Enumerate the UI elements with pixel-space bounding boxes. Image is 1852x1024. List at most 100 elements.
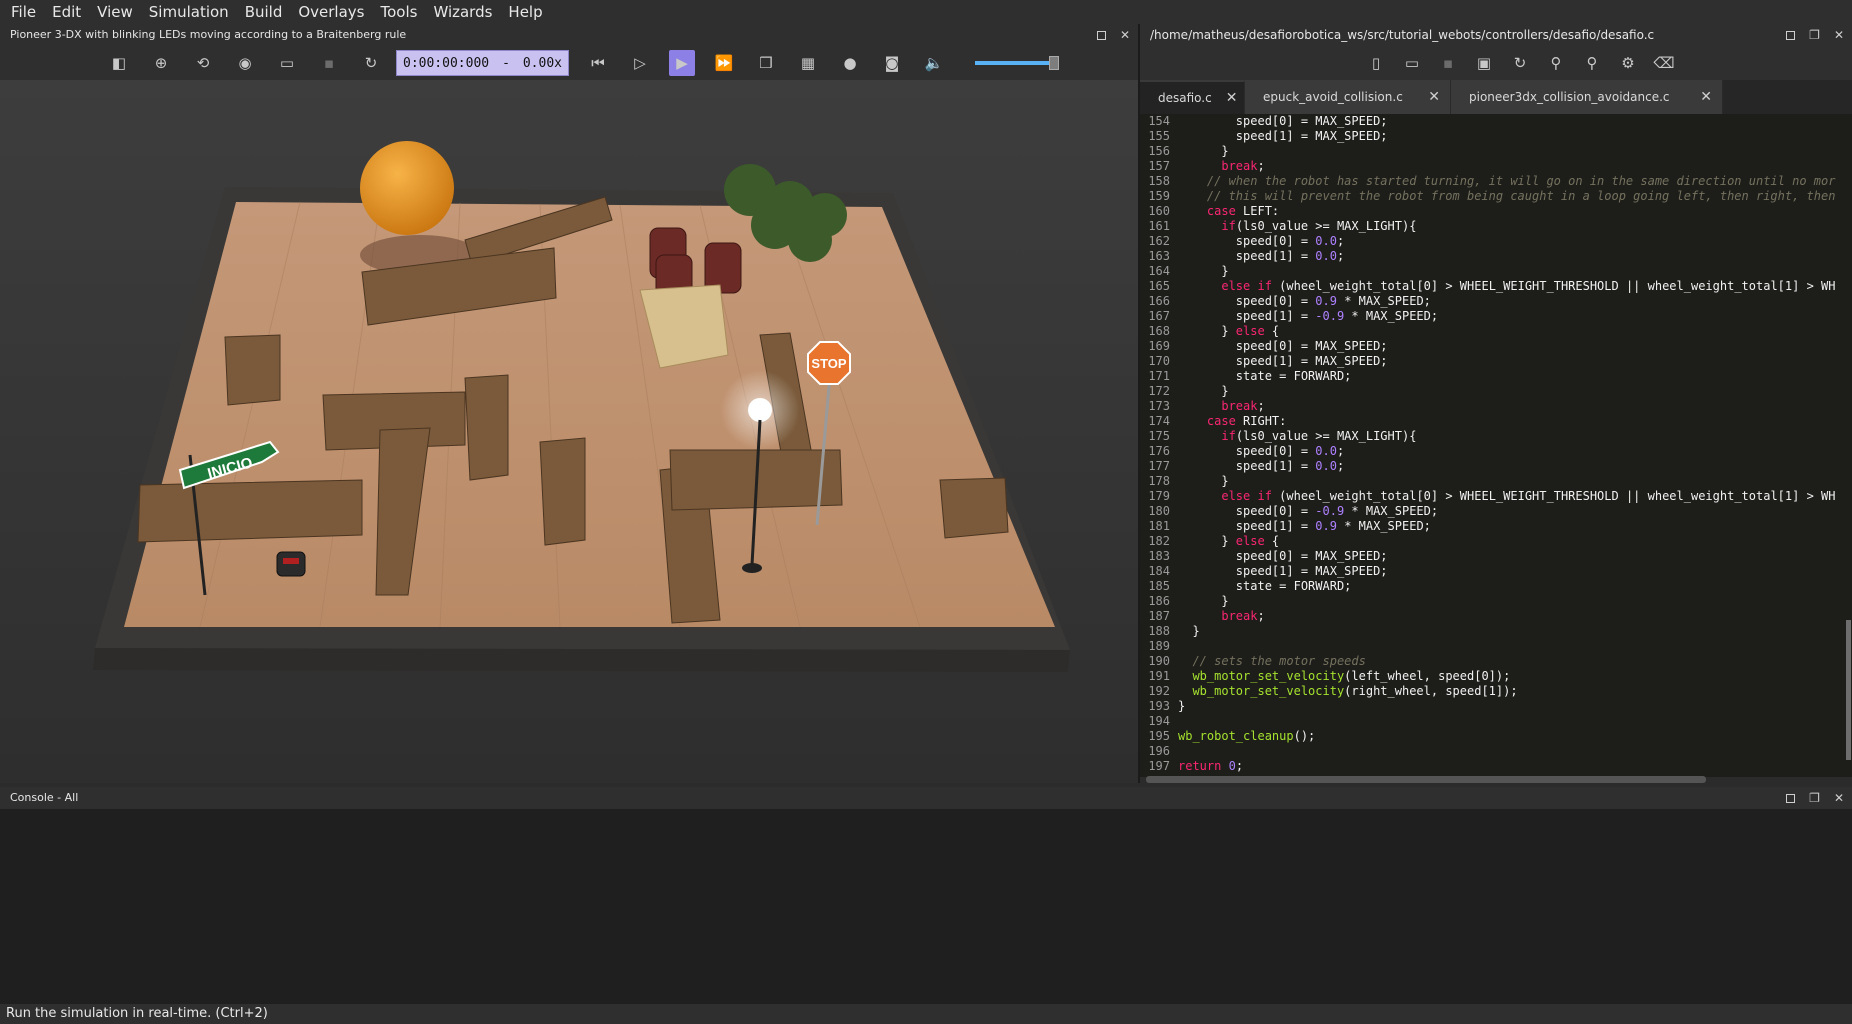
restore-icon[interactable]: ❐ [1809,787,1820,809]
volume-knob[interactable] [1049,56,1059,70]
code-line[interactable]: 164 } [1140,264,1852,279]
code-line[interactable]: 154 speed[0] = MAX_SPEED; [1140,114,1852,129]
code-line[interactable]: 155 speed[1] = MAX_SPEED; [1140,129,1852,144]
horizontal-scrollbar[interactable] [1146,776,1706,783]
build-settings-icon[interactable]: ⚙ [1615,50,1641,76]
open-world-icon[interactable]: ▭ [274,50,300,76]
restore-icon[interactable]: ❐ [1809,24,1820,46]
code-line[interactable]: 157 break; [1140,159,1852,174]
code-line[interactable]: 187 break; [1140,609,1852,624]
close-tab-icon[interactable]: ✕ [1428,89,1440,105]
code-line[interactable]: 171 state = FORWARD; [1140,369,1852,384]
revert-icon[interactable]: ↻ [1507,50,1533,76]
record-icon[interactable]: ● [837,50,863,76]
reload-world-icon[interactable]: ↻ [358,50,384,76]
clean-icon[interactable]: ⌫ [1651,50,1677,76]
reset-simulation-icon[interactable]: ⏮ [585,50,611,76]
code-line[interactable]: 162 speed[0] = 0.0; [1140,234,1852,249]
code-line[interactable]: 176 speed[0] = 0.0; [1140,444,1852,459]
open-file-icon[interactable]: ▭ [1399,50,1425,76]
menu-simulation[interactable]: Simulation [142,3,238,21]
line-number: 182 [1148,534,1170,548]
menu-build[interactable]: Build [238,3,292,21]
menu-overlays[interactable]: Overlays [291,3,373,21]
tab-desafio[interactable]: desafio.c ✕ [1140,80,1245,114]
code-line[interactable]: 181 speed[1] = 0.9 * MAX_SPEED; [1140,519,1852,534]
movie-icon[interactable]: ▦ [795,50,821,76]
float-icon[interactable] [1786,30,1796,40]
code-line[interactable]: 158 // when the robot has started turnin… [1140,174,1852,189]
screenshot-icon[interactable]: ◙ [879,50,905,76]
reset-viewpoint-icon[interactable]: ⟲ [190,50,216,76]
code-line[interactable]: 166 speed[0] = 0.9 * MAX_SPEED; [1140,294,1852,309]
code-line[interactable]: 169 speed[0] = MAX_SPEED; [1140,339,1852,354]
eye-icon[interactable]: ◉ [232,50,258,76]
code-line[interactable]: 159 // this will prevent the robot from … [1140,189,1852,204]
code-line[interactable]: 160 case LEFT: [1140,204,1852,219]
float-icon[interactable] [1096,30,1106,40]
close-icon[interactable]: ✕ [1120,24,1130,46]
menu-file[interactable]: File [4,3,45,21]
sound-icon[interactable]: 🔈 [921,50,947,76]
code-line[interactable]: 175 if(ls0_value >= MAX_LIGHT){ [1140,429,1852,444]
save-world-icon[interactable]: ▪ [316,50,342,76]
3d-viewport[interactable]: STOP INICIO [0,80,1138,783]
code-line[interactable]: 161 if(ls0_value >= MAX_LIGHT){ [1140,219,1852,234]
code-line[interactable]: 180 speed[0] = -0.9 * MAX_SPEED; [1140,504,1852,519]
find-icon[interactable]: ⚲ [1543,50,1569,76]
code-line[interactable]: 196 [1140,744,1852,759]
volume-slider[interactable] [975,56,1059,70]
code-line[interactable]: 191 wb_motor_set_velocity(left_wheel, sp… [1140,669,1852,684]
code-line[interactable]: 195 wb_robot_cleanup(); [1140,729,1852,744]
fast-forward-icon[interactable]: ⏩ [711,50,737,76]
float-icon[interactable] [1786,793,1796,803]
code-editor[interactable]: 154 speed[0] = MAX_SPEED; 155 speed[1] = … [1140,114,1852,777]
code-line[interactable]: 173 break; [1140,399,1852,414]
code-line[interactable]: 184 speed[1] = MAX_SPEED; [1140,564,1852,579]
vertical-scrollbar[interactable] [1846,620,1851,760]
code-line[interactable]: 183 speed[0] = MAX_SPEED; [1140,549,1852,564]
save-file-icon[interactable]: ▪ [1435,50,1461,76]
code-line[interactable]: 188 } [1140,624,1852,639]
code-line[interactable]: 194 [1140,714,1852,729]
add-node-icon[interactable]: ⊕ [148,50,174,76]
code-line[interactable]: 170 speed[1] = MAX_SPEED; [1140,354,1852,369]
new-file-icon[interactable]: ▯ [1363,50,1389,76]
code-line[interactable]: 156 } [1140,144,1852,159]
code-line[interactable]: 193} [1140,699,1852,714]
code-line[interactable]: 178 } [1140,474,1852,489]
close-icon[interactable]: ✕ [1834,24,1844,46]
scene-tree-toggle-icon[interactable]: ◧ [106,50,132,76]
code-line[interactable]: 192 wb_motor_set_velocity(right_wheel, s… [1140,684,1852,699]
code-line[interactable]: 179 else if (wheel_weight_total[0] > WHE… [1140,489,1852,504]
tab-pioneer3dx-collision-avoidance[interactable]: pioneer3dx_collision_avoidance.c ✕ [1451,80,1723,114]
menu-edit[interactable]: Edit [45,3,90,21]
rendering-icon[interactable]: ❒ [753,50,779,76]
console-output[interactable] [0,809,1852,1004]
code-line[interactable]: 185 state = FORWARD; [1140,579,1852,594]
close-icon[interactable]: ✕ [1834,787,1844,809]
code-line[interactable]: 163 speed[1] = 0.0; [1140,249,1852,264]
code-line[interactable]: 182 } else { [1140,534,1852,549]
play-realtime-icon[interactable]: ▶ [669,50,695,76]
code-line[interactable]: 186 } [1140,594,1852,609]
save-as-icon[interactable]: ▣ [1471,50,1497,76]
tab-epuck-avoid-collision[interactable]: epuck_avoid_collision.c ✕ [1245,80,1451,114]
code-line[interactable]: 197 return 0; [1140,759,1852,774]
code-line[interactable]: 190 // sets the motor speeds [1140,654,1852,669]
code-line[interactable]: 172 } [1140,384,1852,399]
menu-view[interactable]: View [90,3,142,21]
code-line[interactable]: 177 speed[1] = 0.0; [1140,459,1852,474]
replace-icon[interactable]: ⚲ [1579,50,1605,76]
close-tab-icon[interactable]: ✕ [1226,90,1238,106]
step-icon[interactable]: ▷ [627,50,653,76]
menu-help[interactable]: Help [501,3,551,21]
code-line[interactable]: 165 else if (wheel_weight_total[0] > WHE… [1140,279,1852,294]
code-line[interactable]: 189 [1140,639,1852,654]
close-tab-icon[interactable]: ✕ [1700,89,1712,105]
code-line[interactable]: 167 speed[1] = -0.9 * MAX_SPEED; [1140,309,1852,324]
code-line[interactable]: 168 } else { [1140,324,1852,339]
menu-tools[interactable]: Tools [373,3,426,21]
code-line[interactable]: 174 case RIGHT: [1140,414,1852,429]
menu-wizards[interactable]: Wizards [426,3,501,21]
